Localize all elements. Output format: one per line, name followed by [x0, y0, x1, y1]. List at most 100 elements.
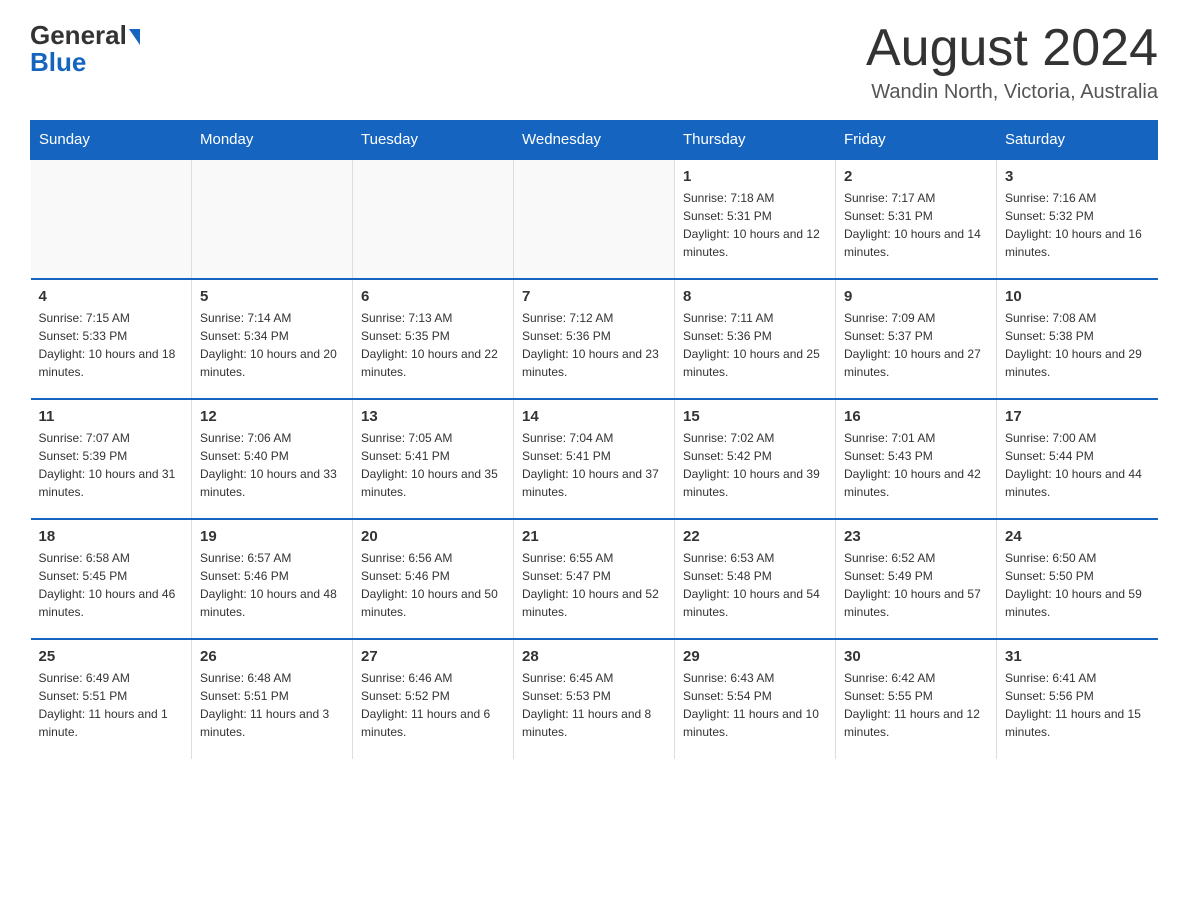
- day-number: 12: [200, 408, 344, 425]
- header-cell-monday: Monday: [192, 121, 353, 160]
- day-number: 14: [522, 408, 666, 425]
- header-cell-saturday: Saturday: [997, 121, 1158, 160]
- day-cell: [353, 159, 514, 279]
- day-info: Sunrise: 6:57 AMSunset: 5:46 PMDaylight:…: [200, 549, 344, 621]
- day-number: 28: [522, 648, 666, 665]
- day-number: 22: [683, 528, 827, 545]
- day-cell: 21Sunrise: 6:55 AMSunset: 5:47 PMDayligh…: [514, 519, 675, 639]
- week-row-2: 4Sunrise: 7:15 AMSunset: 5:33 PMDaylight…: [31, 279, 1158, 399]
- day-info: Sunrise: 7:14 AMSunset: 5:34 PMDaylight:…: [200, 309, 344, 381]
- day-info: Sunrise: 6:48 AMSunset: 5:51 PMDaylight:…: [200, 669, 344, 741]
- day-cell: 25 Sunrise: 6:49 AMSunset: 5:51 PMDayligh…: [31, 639, 192, 759]
- day-cell: 1Sunrise: 7:18 AMSunset: 5:31 PMDaylight…: [675, 159, 836, 279]
- day-cell: 27 Sunrise: 6:46 AMSunset: 5:52 PMDayligh…: [353, 639, 514, 759]
- day-info: Sunrise: 6:56 AMSunset: 5:46 PMDaylight:…: [361, 549, 505, 621]
- logo-triangle-icon: [129, 29, 140, 45]
- day-number: 31: [1005, 648, 1150, 665]
- logo-blue-text: Blue: [30, 47, 86, 78]
- day-cell: 15 Sunrise: 7:02 AMSunset: 5:42 PMDayligh…: [675, 399, 836, 519]
- day-cell: 12 Sunrise: 7:06 AMSunset: 5:40 PMDayligh…: [192, 399, 353, 519]
- day-cell: 2 Sunrise: 7:17 AMSunset: 5:31 PMDaylight…: [836, 159, 997, 279]
- day-number: 8: [683, 288, 827, 305]
- day-number: 27: [361, 648, 505, 665]
- day-number: 5: [200, 288, 344, 305]
- day-number: 16: [844, 408, 988, 425]
- day-info: Sunrise: 6:46 AMSunset: 5:52 PMDaylight:…: [361, 669, 505, 741]
- day-number: 3: [1005, 168, 1150, 185]
- day-info: Sunrise: 7:00 AMSunset: 5:44 PMDaylight:…: [1005, 429, 1150, 501]
- week-row-3: 11Sunrise: 7:07 AMSunset: 5:39 PMDayligh…: [31, 399, 1158, 519]
- day-cell: 3 Sunrise: 7:16 AMSunset: 5:32 PMDaylight…: [997, 159, 1158, 279]
- location-title: Wandin North, Victoria, Australia: [866, 81, 1158, 104]
- day-info: Sunrise: 7:09 AMSunset: 5:37 PMDaylight:…: [844, 309, 988, 381]
- day-cell: 28 Sunrise: 6:45 AMSunset: 5:53 PMDayligh…: [514, 639, 675, 759]
- day-number: 25: [39, 648, 184, 665]
- header-row: SundayMondayTuesdayWednesdayThursdayFrid…: [31, 121, 1158, 160]
- day-info: Sunrise: 6:41 AMSunset: 5:56 PMDaylight:…: [1005, 669, 1150, 741]
- day-cell: 10Sunrise: 7:08 AMSunset: 5:38 PMDayligh…: [997, 279, 1158, 399]
- day-cell: 20 Sunrise: 6:56 AMSunset: 5:46 PMDayligh…: [353, 519, 514, 639]
- day-cell: 11Sunrise: 7:07 AMSunset: 5:39 PMDayligh…: [31, 399, 192, 519]
- day-cell: 6 Sunrise: 7:13 AMSunset: 5:35 PMDaylight…: [353, 279, 514, 399]
- day-number: 11: [39, 408, 184, 425]
- day-info: Sunrise: 7:17 AMSunset: 5:31 PMDaylight:…: [844, 189, 988, 261]
- day-info: Sunrise: 7:04 AMSunset: 5:41 PMDaylight:…: [522, 429, 666, 501]
- day-info: Sunrise: 7:02 AMSunset: 5:42 PMDaylight:…: [683, 429, 827, 501]
- day-cell: 4Sunrise: 7:15 AMSunset: 5:33 PMDaylight…: [31, 279, 192, 399]
- day-cell: 17 Sunrise: 7:00 AMSunset: 5:44 PMDayligh…: [997, 399, 1158, 519]
- logo: General Blue: [30, 20, 140, 78]
- day-info: Sunrise: 6:55 AMSunset: 5:47 PMDaylight:…: [522, 549, 666, 621]
- day-cell: 9Sunrise: 7:09 AMSunset: 5:37 PMDaylight…: [836, 279, 997, 399]
- day-number: 29: [683, 648, 827, 665]
- day-number: 2: [844, 168, 988, 185]
- day-number: 15: [683, 408, 827, 425]
- header: General Blue August 2024 Wandin North, V…: [30, 20, 1158, 104]
- calendar-header: SundayMondayTuesdayWednesdayThursdayFrid…: [31, 121, 1158, 160]
- day-info: Sunrise: 6:52 AMSunset: 5:49 PMDaylight:…: [844, 549, 988, 621]
- calendar-table: SundayMondayTuesdayWednesdayThursdayFrid…: [30, 120, 1158, 759]
- day-number: 30: [844, 648, 988, 665]
- header-cell-sunday: Sunday: [31, 121, 192, 160]
- day-cell: [514, 159, 675, 279]
- day-info: Sunrise: 6:53 AMSunset: 5:48 PMDaylight:…: [683, 549, 827, 621]
- day-cell: [31, 159, 192, 279]
- day-number: 17: [1005, 408, 1150, 425]
- day-info: Sunrise: 7:01 AMSunset: 5:43 PMDaylight:…: [844, 429, 988, 501]
- day-info: Sunrise: 7:12 AMSunset: 5:36 PMDaylight:…: [522, 309, 666, 381]
- day-info: Sunrise: 7:11 AMSunset: 5:36 PMDaylight:…: [683, 309, 827, 381]
- day-cell: 7Sunrise: 7:12 AMSunset: 5:36 PMDaylight…: [514, 279, 675, 399]
- week-row-1: 1Sunrise: 7:18 AMSunset: 5:31 PMDaylight…: [31, 159, 1158, 279]
- day-number: 13: [361, 408, 505, 425]
- day-info: Sunrise: 7:16 AMSunset: 5:32 PMDaylight:…: [1005, 189, 1150, 261]
- day-info: Sunrise: 6:50 AMSunset: 5:50 PMDaylight:…: [1005, 549, 1150, 621]
- day-cell: [192, 159, 353, 279]
- day-number: 6: [361, 288, 505, 305]
- week-row-4: 18Sunrise: 6:58 AMSunset: 5:45 PMDayligh…: [31, 519, 1158, 639]
- day-info: Sunrise: 6:49 AMSunset: 5:51 PMDaylight:…: [39, 669, 184, 741]
- title-area: August 2024 Wandin North, Victoria, Aust…: [866, 20, 1158, 104]
- header-cell-friday: Friday: [836, 121, 997, 160]
- day-number: 26: [200, 648, 344, 665]
- day-cell: 31 Sunrise: 6:41 AMSunset: 5:56 PMDayligh…: [997, 639, 1158, 759]
- day-info: Sunrise: 7:15 AMSunset: 5:33 PMDaylight:…: [39, 309, 184, 381]
- calendar-body: 1Sunrise: 7:18 AMSunset: 5:31 PMDaylight…: [31, 159, 1158, 759]
- header-cell-tuesday: Tuesday: [353, 121, 514, 160]
- day-info: Sunrise: 7:08 AMSunset: 5:38 PMDaylight:…: [1005, 309, 1150, 381]
- day-cell: 29Sunrise: 6:43 AMSunset: 5:54 PMDayligh…: [675, 639, 836, 759]
- day-cell: 30Sunrise: 6:42 AMSunset: 5:55 PMDayligh…: [836, 639, 997, 759]
- day-cell: 19Sunrise: 6:57 AMSunset: 5:46 PMDayligh…: [192, 519, 353, 639]
- week-row-5: 25 Sunrise: 6:49 AMSunset: 5:51 PMDayligh…: [31, 639, 1158, 759]
- day-cell: 18Sunrise: 6:58 AMSunset: 5:45 PMDayligh…: [31, 519, 192, 639]
- day-cell: 16 Sunrise: 7:01 AMSunset: 5:43 PMDayligh…: [836, 399, 997, 519]
- day-number: 20: [361, 528, 505, 545]
- day-info: Sunrise: 7:05 AMSunset: 5:41 PMDaylight:…: [361, 429, 505, 501]
- day-cell: 5 Sunrise: 7:14 AMSunset: 5:34 PMDaylight…: [192, 279, 353, 399]
- day-number: 24: [1005, 528, 1150, 545]
- day-info: Sunrise: 7:13 AMSunset: 5:35 PMDaylight:…: [361, 309, 505, 381]
- day-info: Sunrise: 6:45 AMSunset: 5:53 PMDaylight:…: [522, 669, 666, 741]
- day-info: Sunrise: 7:06 AMSunset: 5:40 PMDaylight:…: [200, 429, 344, 501]
- day-number: 23: [844, 528, 988, 545]
- day-number: 18: [39, 528, 184, 545]
- day-number: 1: [683, 168, 827, 185]
- day-cell: 8 Sunrise: 7:11 AMSunset: 5:36 PMDaylight…: [675, 279, 836, 399]
